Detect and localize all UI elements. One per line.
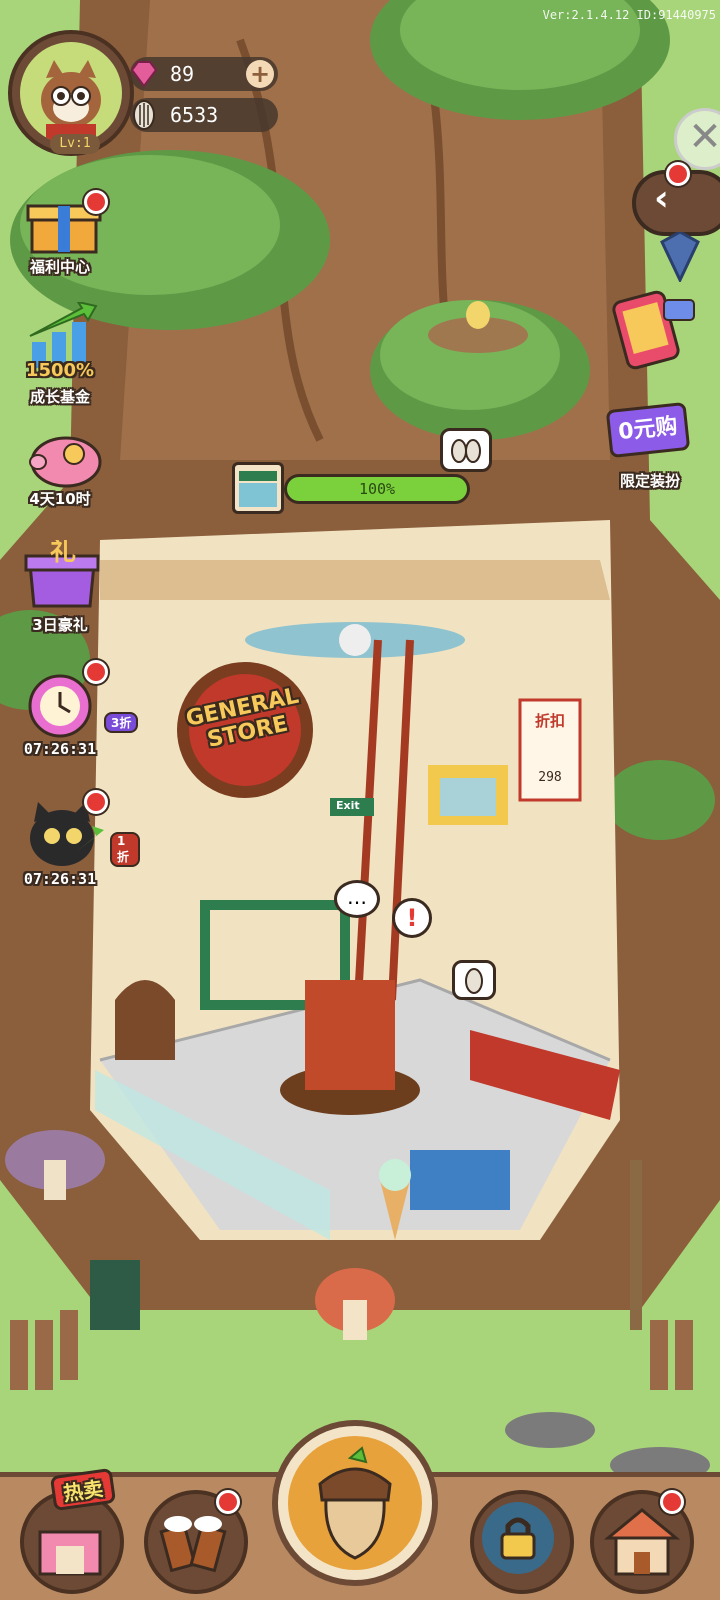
gem-icon: [130, 61, 158, 88]
black-cat-offer-button[interactable]: 1折 07:26:31: [0, 790, 140, 896]
locked-feature-button[interactable]: [470, 1490, 574, 1594]
growth-fund-label: 成长基金: [29, 388, 90, 406]
black-cat-offer-timer: 07:26:31: [23, 870, 97, 888]
notification-dot: [660, 1490, 684, 1514]
lock-icon: [500, 1517, 536, 1560]
level-badge: Lv:1: [50, 134, 100, 154]
cat-avatar-icon: [41, 60, 101, 144]
zero-yuan-banner: 0元购: [605, 401, 691, 459]
collect-seeds-bubble[interactable]: [440, 428, 492, 472]
exit-sign: Exit: [336, 799, 360, 812]
three-day-gift-label: 3日豪礼: [32, 616, 88, 634]
notification-dot: [84, 790, 108, 814]
notification-dot: [84, 660, 108, 684]
poster-price: 298: [538, 770, 562, 785]
hot-sale-shop-button[interactable]: 热卖: [20, 1467, 124, 1594]
piggy-bank-icon: [29, 436, 102, 488]
add-gems-button[interactable]: +: [246, 60, 274, 88]
home-button[interactable]: [590, 1490, 694, 1594]
discount-tag: 3折: [104, 712, 139, 733]
growth-fund-button[interactable]: 1500% 成长基金: [0, 302, 120, 412]
collapse-menu-button[interactable]: ‹: [632, 162, 720, 236]
beer-mugs-icon: [159, 1516, 227, 1573]
store-icon: [232, 462, 284, 514]
store-progress-bar: 100%: [284, 474, 470, 504]
phone-icon: [612, 290, 695, 370]
welfare-center-label: 福利中心: [29, 258, 90, 276]
zero-yuan-outfit-button[interactable]: 0元购 限定装扮: [600, 398, 700, 498]
avatar: [20, 42, 122, 144]
seed-collect-bubble[interactable]: [452, 960, 496, 1000]
limited-outfit-label: 限定装扮: [619, 472, 680, 490]
game-screen: Ver:2.1.4.12 ID:91440975 Lv:1 89 + 6533: [0, 0, 720, 1600]
cheers-button[interactable]: [144, 1490, 248, 1594]
welfare-center-button[interactable]: 福利中心: [0, 190, 120, 292]
gift-box-icon: 礼: [24, 540, 100, 608]
discount-tag: 1折: [110, 832, 140, 867]
seed-icon: [465, 968, 483, 994]
chevron-left-icon: ‹: [654, 178, 669, 219]
version-text: Ver:2.1.4.12 ID:91440975: [542, 8, 716, 22]
notification-dot: [666, 162, 690, 186]
gem-count: 89: [170, 62, 195, 86]
notification-dot: [216, 1490, 240, 1514]
acorn-icon: [318, 1446, 392, 1560]
growth-fund-percent: 1500%: [25, 360, 95, 381]
sunflower-seed-icon: [133, 100, 155, 130]
three-day-gift-button[interactable]: 礼 3日豪礼: [0, 540, 120, 640]
notification-dot: [84, 190, 108, 214]
alarm-offer-button[interactable]: 3折 07:26:31: [0, 660, 140, 766]
speech-bubble[interactable]: …: [334, 880, 380, 918]
seed-icon: [451, 439, 481, 463]
piggy-bank-timer: 4天10时: [29, 490, 91, 508]
phone-button[interactable]: [610, 290, 700, 370]
seed-count: 6533: [170, 103, 219, 127]
alarm-offer-timer: 07:26:31: [23, 740, 97, 758]
progress-text: 100%: [358, 480, 396, 498]
shop-icon: [38, 1530, 102, 1576]
poster-title: 折扣: [534, 712, 565, 730]
piggy-bank-button[interactable]: 4天10时: [0, 430, 120, 520]
alert-bubble[interactable]: !: [392, 898, 432, 938]
player-avatar-button[interactable]: Lv:1: [8, 30, 134, 156]
svg-text:礼: 礼: [50, 540, 76, 567]
acorn-main-button[interactable]: [272, 1420, 438, 1586]
blue-leaf-ornament-icon: [660, 232, 700, 282]
